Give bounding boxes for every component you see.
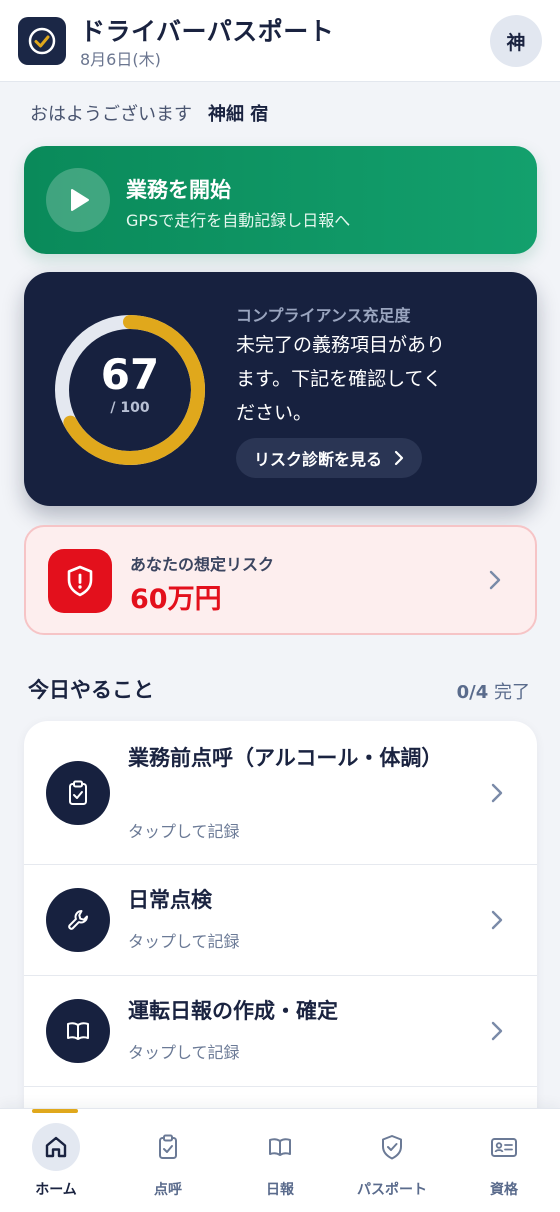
task-subtitle: タップして記録 (128, 932, 240, 951)
compliance-card: 67 / 100 コンプライアンス充足度 未完了の義務項目があります。下記を確認… (24, 272, 537, 506)
today-done-suffix: 完了 (494, 682, 530, 703)
task-title: 業務前点呼（アルコール・体調） (128, 746, 443, 770)
compliance-label: コンプライアンス充足度 (236, 306, 411, 325)
shield-alert-icon (48, 549, 112, 613)
nav-item-roll-call[interactable]: 点呼 (112, 1109, 224, 1212)
id-card-icon (482, 1125, 526, 1169)
task-item-pre-roll-call[interactable]: 業務前点呼（アルコール・体調） タップして記録 (24, 721, 537, 865)
chevron-right-icon (489, 570, 501, 590)
task-item-driving-report[interactable]: 運転日報の作成・確定 タップして記録 (24, 976, 537, 1087)
chevron-right-icon (491, 1021, 503, 1041)
bottom-nav: ホーム 点呼 日報 パスポート 資格 (0, 1108, 560, 1212)
task-item-daily-inspection[interactable]: 日常点検 タップして記録 (24, 865, 537, 976)
compliance-max: / 100 (110, 400, 150, 416)
app-logo-check-icon (18, 17, 66, 65)
shield-check-icon (370, 1125, 414, 1169)
app-title: ドライバーパスポート (80, 17, 335, 46)
nav-item-home[interactable]: ホーム (0, 1109, 112, 1212)
nav-item-daily-report[interactable]: 日報 (224, 1109, 336, 1212)
play-icon (46, 168, 110, 232)
avatar[interactable]: 神 (490, 15, 542, 67)
today-title: 今日やること (28, 678, 154, 702)
nav-active-indicator (32, 1109, 78, 1113)
user-name: 神細 宿 (208, 104, 269, 125)
nav-label: ホーム (35, 1182, 77, 1198)
compliance-score: 67 (100, 350, 160, 399)
chevron-right-icon (394, 450, 404, 466)
risk-card[interactable]: あなたの想定リスク 60万円 (24, 525, 537, 635)
nav-item-qualification[interactable]: 資格 (448, 1109, 560, 1212)
task-title: 運転日報の作成・確定 (128, 999, 338, 1023)
nav-item-passport[interactable]: パスポート (336, 1109, 448, 1212)
book-icon (46, 999, 110, 1063)
start-work-title: 業務を開始 (126, 178, 231, 202)
home-icon (32, 1123, 80, 1171)
app-header: ドライバーパスポート 8月6日(木) 神 (0, 0, 560, 82)
book-icon (258, 1125, 302, 1169)
nav-label: パスポート (357, 1182, 427, 1198)
task-subtitle: タップして記録 (128, 822, 240, 841)
task-list: 業務前点呼（アルコール・体調） タップして記録 日常点検 タップして記録 運転日… (24, 721, 537, 1121)
clipboard-check-icon (146, 1125, 190, 1169)
start-work-button[interactable]: 業務を開始 GPSで走行を自動記録し日報へ (24, 146, 537, 254)
clipboard-check-icon (46, 761, 110, 825)
risk-diagnosis-button[interactable]: リスク診断を見る (236, 438, 423, 478)
header-date: 8月6日(木) (80, 50, 161, 69)
greeting: おはようございます 神細 宿 (30, 100, 268, 126)
wrench-icon (46, 888, 110, 952)
today-done-count: 0/4 (456, 682, 489, 703)
compliance-message: 未完了の義務項目があります。下記を確認してください。 (236, 334, 446, 424)
risk-diagnosis-label: リスク診断を見る (254, 450, 383, 469)
nav-label: 資格 (490, 1182, 518, 1198)
task-subtitle: タップして記録 (128, 1043, 240, 1062)
chevron-right-icon (491, 783, 503, 802)
nav-label: 日報 (266, 1182, 294, 1198)
risk-label: あなたの想定リスク (130, 555, 275, 574)
nav-label: 点呼 (154, 1182, 182, 1198)
task-title: 日常点検 (128, 888, 212, 912)
chevron-right-icon (491, 910, 503, 930)
start-work-subtitle: GPSで走行を自動記録し日報へ (126, 211, 351, 230)
risk-value: 60万円 (130, 584, 222, 615)
greeting-text: おはようございます (30, 104, 192, 125)
today-progress: 0/4 完了 (457, 678, 530, 704)
